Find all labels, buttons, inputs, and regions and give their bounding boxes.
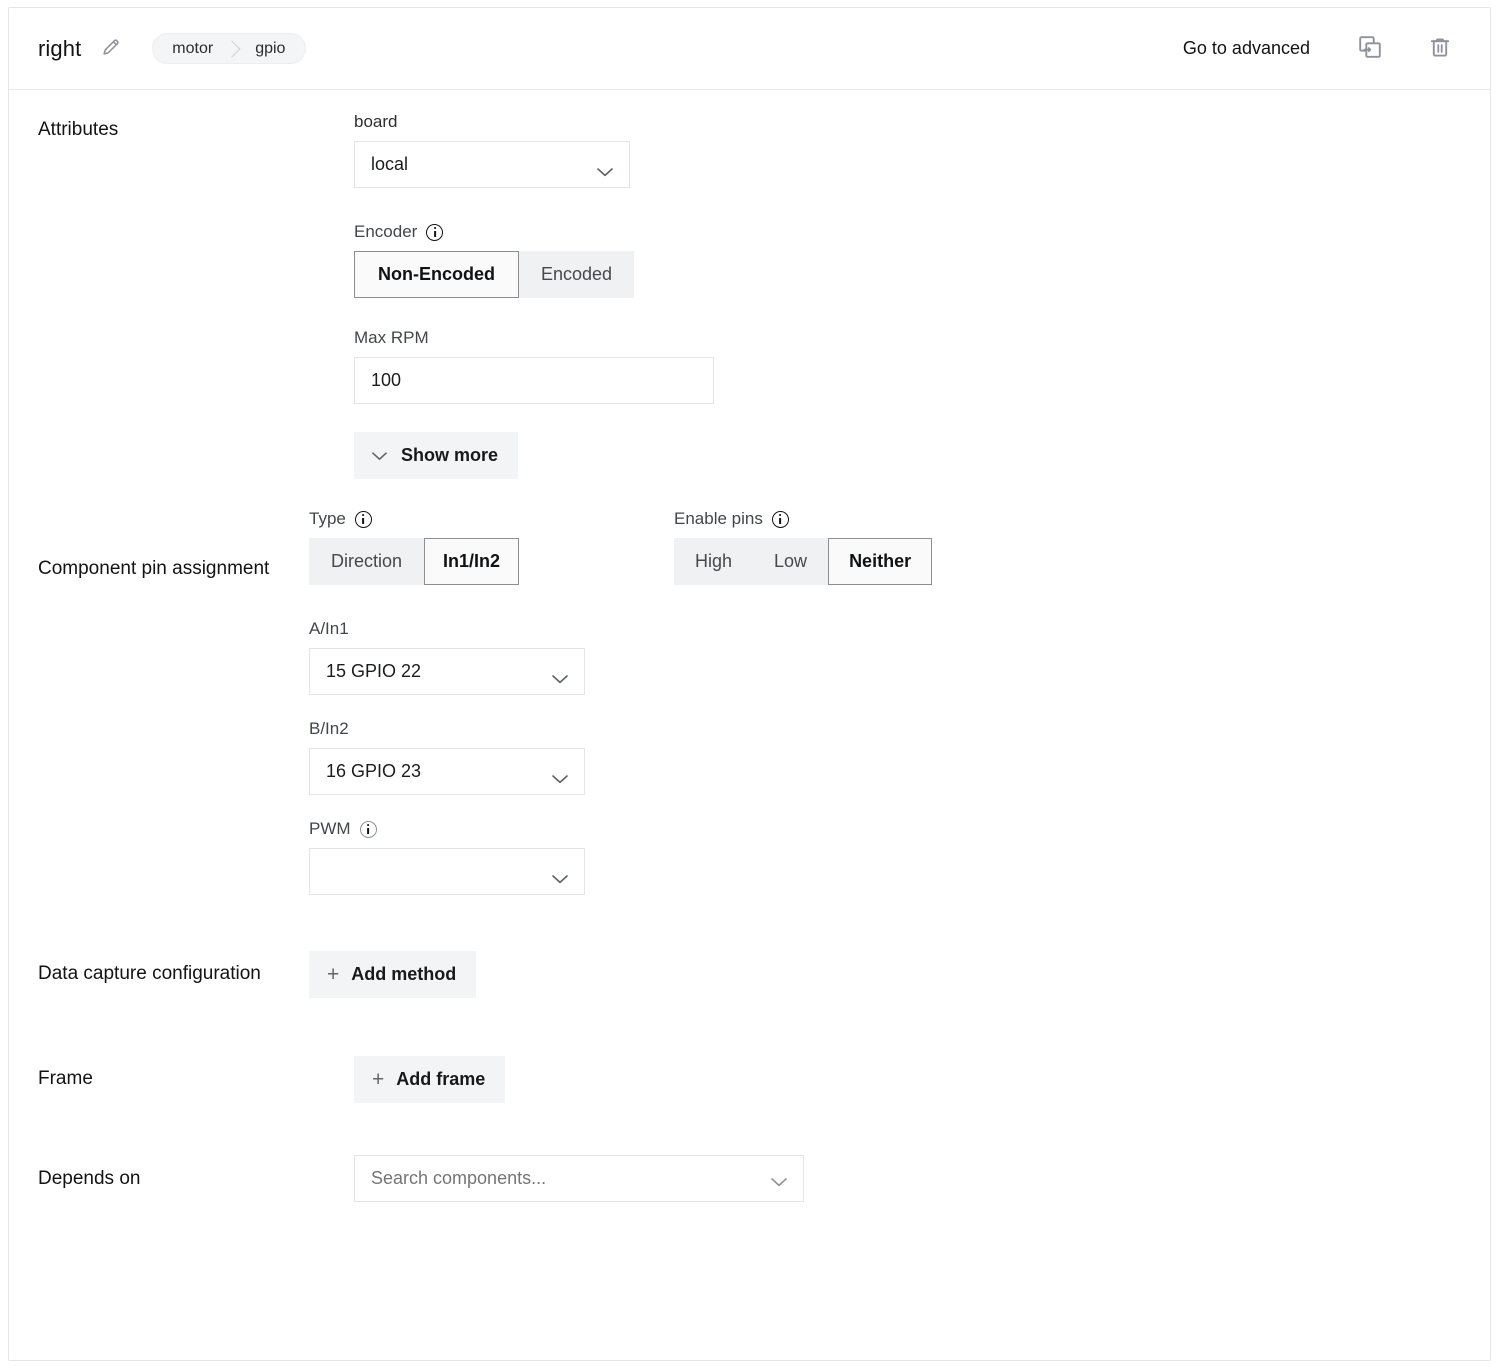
section-depends-on-fields [354,1155,1490,1202]
field-type-label: Type [309,509,674,529]
section-depends-on: Depends on [9,1155,1490,1202]
enable-pins-option-high[interactable]: High [674,538,753,585]
toggles-row: Type Direction In1/In2 Enable pins [309,509,1490,585]
duplicate-button[interactable] [1348,29,1392,69]
duplicate-icon [1357,34,1383,63]
chevron-down-icon [552,868,568,889]
field-a-in1: A/In1 15 GPIO 22 [309,619,1490,695]
add-method-button[interactable]: + Add method [309,951,476,998]
section-data-capture-label: Data capture configuration [9,951,309,992]
section-attributes: Attributes board local [9,90,1490,479]
a-in1-select[interactable]: 15 GPIO 22 [309,648,585,695]
show-more-button[interactable]: Show more [354,432,518,479]
max-rpm-input[interactable] [354,357,714,404]
board-select[interactable]: local [354,141,630,188]
info-icon[interactable] [360,821,377,838]
field-max-rpm: Max RPM [354,328,1490,404]
depends-on-search-input[interactable] [354,1155,804,1202]
section-frame: Frame + Add frame [9,1056,1490,1103]
plus-icon: + [372,1069,384,1090]
board-select-value: local [371,154,408,175]
section-frame-label: Frame [9,1056,354,1097]
component-config-card: right motor gpio Go to advanced [8,7,1491,1361]
chevron-down-icon [552,768,568,789]
type-option-in1-in2[interactable]: In1/In2 [424,538,519,585]
header-right-group: Go to advanced [1183,29,1462,69]
show-more-wrap: Show more [354,432,1490,479]
section-attributes-fields: board local Encoder [354,112,1490,479]
encoder-toggle-group: Non-Encoded Encoded [354,251,634,298]
card-body: Attributes board local [9,90,1490,1202]
chevron-down-icon [552,668,568,689]
info-icon[interactable] [355,511,372,528]
field-encoder-label: Encoder [354,222,1490,242]
a-in1-select-value: 15 GPIO 22 [326,661,421,682]
plus-icon: + [327,964,339,985]
pencil-icon [100,36,122,61]
breadcrumb: motor gpio [152,33,306,64]
info-icon[interactable] [772,511,789,528]
pwm-select[interactable] [309,848,585,895]
enable-pins-toggle-group: High Low Neither [674,538,932,585]
section-depends-on-label: Depends on [9,1155,354,1197]
trash-icon [1428,35,1452,62]
go-to-advanced-link[interactable]: Go to advanced [1183,38,1310,59]
show-more-label: Show more [401,445,498,466]
encoder-option-encoded[interactable]: Encoded [519,251,634,298]
type-toggle-group: Direction In1/In2 [309,538,519,585]
component-name: right [38,36,81,62]
add-method-label: Add method [351,964,456,985]
info-icon[interactable] [426,224,443,241]
section-frame-fields: + Add frame [354,1056,1490,1103]
section-pin-assignment-fields: Type Direction In1/In2 Enable pins [309,509,1490,895]
field-enable-pins-label: Enable pins [674,509,932,529]
section-pin-assignment: Component pin assignment Type Direction … [9,509,1490,895]
field-encoder: Encoder Non-Encoded Encoded [354,222,1490,298]
b-in2-select-value: 16 GPIO 23 [326,761,421,782]
b-in2-select[interactable]: 16 GPIO 23 [309,748,585,795]
field-b-in2-label: B/In2 [309,719,1490,739]
field-pwm: PWM [309,819,1490,895]
field-b-in2: B/In2 16 GPIO 23 [309,719,1490,795]
enable-pins-option-low[interactable]: Low [753,538,828,585]
field-a-in1-label: A/In1 [309,619,1490,639]
field-max-rpm-label: Max RPM [354,328,1490,348]
add-frame-label: Add frame [396,1069,485,1090]
field-enable-pins: Enable pins High Low Neither [674,509,932,585]
section-pin-assignment-label: Component pin assignment [9,509,309,587]
section-data-capture-fields: + Add method [309,951,1490,998]
breadcrumb-separator-icon [228,34,240,63]
enable-pins-option-neither[interactable]: Neither [828,538,932,585]
depends-on-search-wrap [354,1155,804,1202]
chevron-down-icon [372,445,387,466]
header-left-group: right motor gpio [38,33,306,64]
edit-name-button[interactable] [98,36,124,62]
card-header: right motor gpio Go to advanced [9,8,1490,90]
chevron-down-icon[interactable] [771,1174,787,1192]
delete-button[interactable] [1418,29,1462,69]
field-board: board local [354,112,1490,188]
encoder-option-non-encoded[interactable]: Non-Encoded [354,251,519,298]
add-frame-button[interactable]: + Add frame [354,1056,505,1103]
breadcrumb-item-model[interactable]: motor [153,34,228,63]
section-data-capture: Data capture configuration + Add method [9,951,1490,998]
section-attributes-label: Attributes [9,112,354,148]
field-board-label: board [354,112,1490,132]
type-option-direction[interactable]: Direction [309,538,424,585]
breadcrumb-item-api[interactable]: gpio [240,34,305,63]
field-type: Type Direction In1/In2 [309,509,674,585]
chevron-down-icon [597,161,613,182]
field-pwm-label: PWM [309,819,1490,839]
